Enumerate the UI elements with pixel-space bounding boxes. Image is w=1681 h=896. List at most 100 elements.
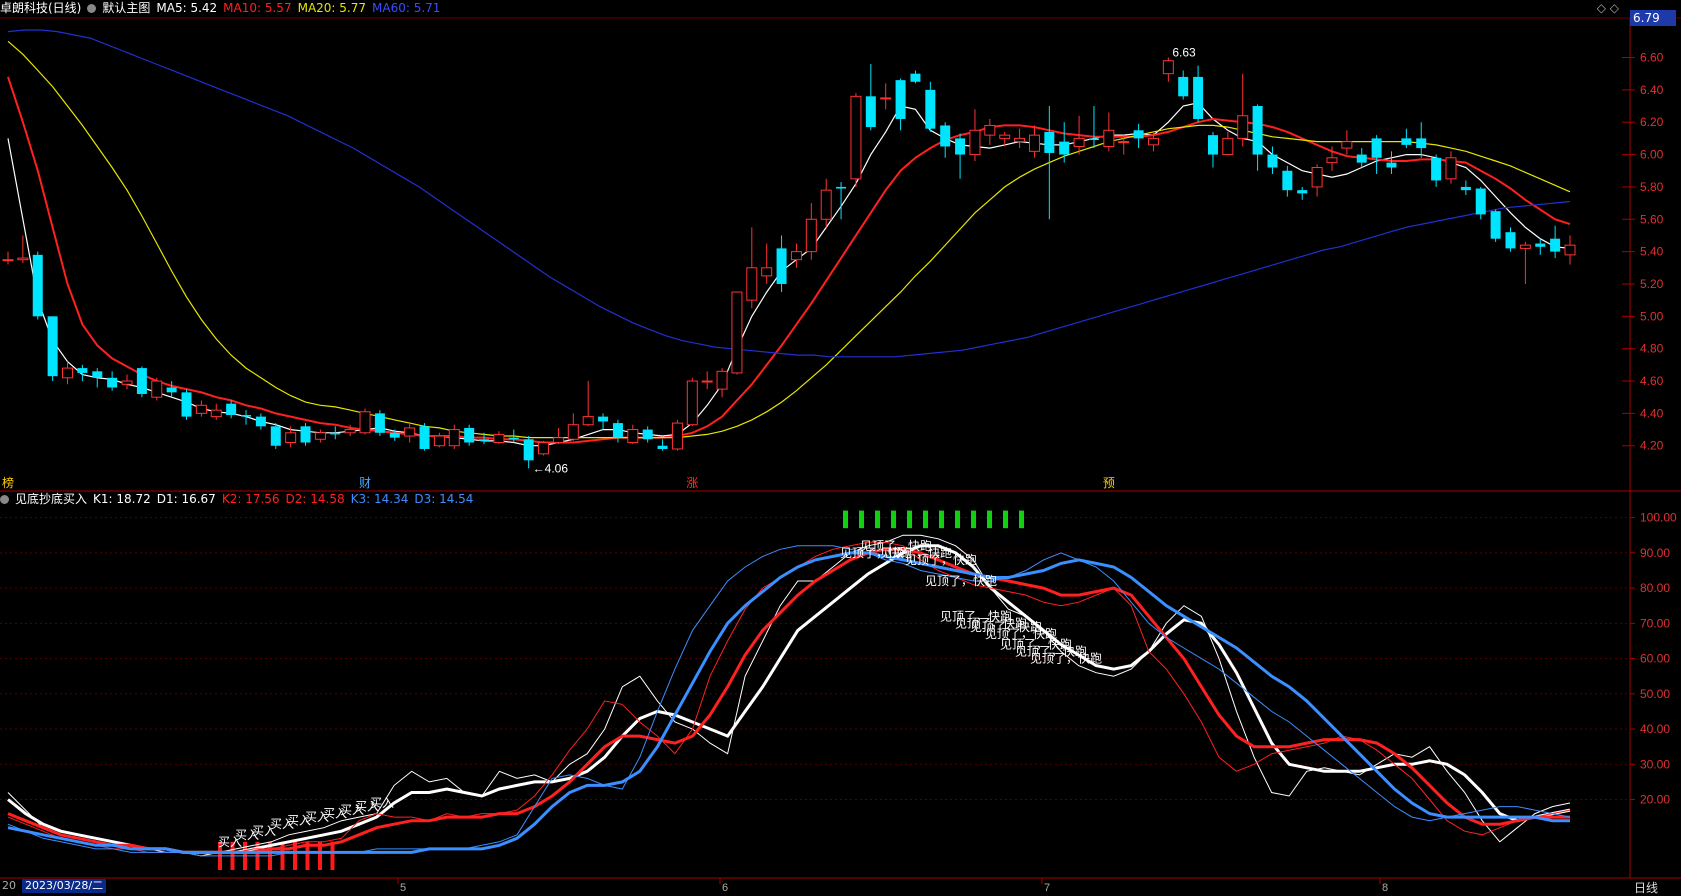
sell-signal-label: 见顶了，快跑 xyxy=(1030,652,1102,666)
candle-body-up xyxy=(1028,134,1040,152)
price-tick-label: 4.20 xyxy=(1640,439,1664,453)
sell-signal-bar xyxy=(859,510,864,529)
candle-body-down xyxy=(1356,154,1367,163)
settings-dot-icon[interactable] xyxy=(87,3,97,13)
candle-body-down xyxy=(1475,188,1486,215)
sell-signal-bar xyxy=(971,510,976,529)
stock-name[interactable]: 卓朗科技(日线) xyxy=(0,0,81,16)
candle-body-up xyxy=(17,257,29,261)
candle-body-down xyxy=(255,416,266,427)
price-tick-label: 5.20 xyxy=(1640,277,1664,291)
candle-body-up xyxy=(746,267,758,301)
price-tick-label: 6.40 xyxy=(1640,83,1664,97)
candle-body-down xyxy=(270,426,281,446)
k1-label: K1: 18.72 xyxy=(93,492,151,506)
candle-body-down xyxy=(181,392,192,417)
candle-body-down xyxy=(895,80,906,119)
sell-signal-label: 见顶了，快跑 xyxy=(925,574,997,588)
d1-label: D1: 16.67 xyxy=(156,492,216,506)
candle-body-down xyxy=(925,89,936,129)
candle-body-down xyxy=(1371,138,1382,158)
indicator-line-k1 xyxy=(7,534,1571,857)
candle-body-down xyxy=(419,426,430,449)
indicator-tick-label: 30.00 xyxy=(1640,757,1670,771)
window-control-icons[interactable]: ◇ ◇ xyxy=(1597,1,1619,15)
candle-body-up xyxy=(285,432,297,444)
candle-body-down xyxy=(1252,106,1263,155)
month-label: 6 xyxy=(722,882,728,894)
candle-body-up xyxy=(1118,141,1130,144)
candle-body-down xyxy=(107,377,118,388)
indicator-name[interactable]: 见底抄底买入 xyxy=(15,491,87,507)
indicator-tick-label: 70.00 xyxy=(1640,616,1670,630)
candle-body-down xyxy=(1416,138,1427,149)
indicator-tick-label: 20.00 xyxy=(1640,793,1670,807)
indicator-tick-label: 80.00 xyxy=(1640,581,1670,595)
candle-body-down xyxy=(1267,154,1278,168)
candle-body-down xyxy=(1490,211,1501,239)
candle-body-up xyxy=(1341,141,1353,149)
sell-signal-bar xyxy=(923,510,928,529)
candle-body-up xyxy=(969,129,981,156)
candle-body-up xyxy=(538,442,550,455)
candle-body-up xyxy=(433,435,445,447)
candle-body-up xyxy=(151,380,163,398)
ma10-label: MA10: 5.57 xyxy=(223,1,292,15)
ma-line-ma20 xyxy=(7,40,1571,439)
stock-chart-canvas[interactable]: 4.20 4.40 4.60 4.80 5.00 5.20 5.40 5.60 5.80 6.00… xyxy=(0,0,1681,894)
candle-body-up xyxy=(820,189,832,220)
sell-signal-bar xyxy=(1003,510,1008,529)
candle-body-down xyxy=(1297,190,1308,194)
candle-body-down xyxy=(374,413,385,433)
candle-body-down xyxy=(523,439,534,461)
indicator-tick-label: 40.00 xyxy=(1640,722,1670,736)
ma-line-ma10 xyxy=(7,76,1571,444)
buy-signal-bar xyxy=(330,841,335,870)
candle-body-down xyxy=(940,125,951,147)
candle-body-down xyxy=(508,437,519,440)
candle-body-down xyxy=(657,445,668,449)
ma60-label: MA60: 5.71 xyxy=(372,1,441,15)
candle-body-down xyxy=(241,415,252,417)
current-price-box: 6.79 xyxy=(1630,10,1676,26)
sell-signal-bar xyxy=(987,510,992,529)
price-tick-label: 5.60 xyxy=(1640,212,1664,226)
candle-body-down xyxy=(1386,162,1397,168)
candle-body-up xyxy=(1222,137,1234,156)
candle-body-down xyxy=(1178,76,1189,97)
price-tick-label: 6.20 xyxy=(1640,115,1664,129)
ma-line-ma60 xyxy=(7,29,1571,358)
event-marker: 榜 xyxy=(2,475,14,490)
candle-body-up xyxy=(1162,60,1174,75)
sell-signal-bar xyxy=(939,510,944,529)
sell-signal-bar xyxy=(955,510,960,529)
candle-body-down xyxy=(389,432,400,438)
event-marker: 预 xyxy=(1103,476,1115,490)
d3-label: D3: 14.54 xyxy=(414,492,474,506)
candle-body-down xyxy=(300,426,311,443)
price-tick-label: 5.80 xyxy=(1640,180,1664,194)
candle-body-down xyxy=(955,138,966,155)
candle-body-down xyxy=(1088,138,1099,140)
sell-signal-bar xyxy=(1019,510,1024,529)
candle-body-down xyxy=(1505,232,1516,249)
candle-body-down xyxy=(1282,170,1293,191)
main-chart-header: 卓朗科技(日线) 默认主图 MA5: 5.42 MA10: 5.57 MA20:… xyxy=(0,0,440,16)
period-label[interactable]: 日线 xyxy=(1634,879,1658,896)
month-label: 7 xyxy=(1044,882,1050,894)
candle-body-down xyxy=(836,186,847,189)
candle-body-down xyxy=(1059,141,1070,155)
price-annotation: 6.63 xyxy=(1172,46,1196,60)
candle-body-down xyxy=(1431,157,1442,181)
candle-body-up xyxy=(999,134,1011,139)
candle-body-down xyxy=(136,368,147,394)
event-marker: 财 xyxy=(359,476,371,490)
candle-body-up xyxy=(1147,137,1159,146)
indicator-settings-dot-icon[interactable] xyxy=(0,494,9,504)
template-name[interactable]: 默认主图 xyxy=(102,0,150,16)
candle-body-up xyxy=(493,433,505,444)
month-label: 5 xyxy=(400,882,406,894)
axis-start-label: 20 xyxy=(2,879,16,892)
cursor-date-box: 2023/03/28/二 xyxy=(22,879,107,893)
candle-body-up xyxy=(731,291,743,374)
